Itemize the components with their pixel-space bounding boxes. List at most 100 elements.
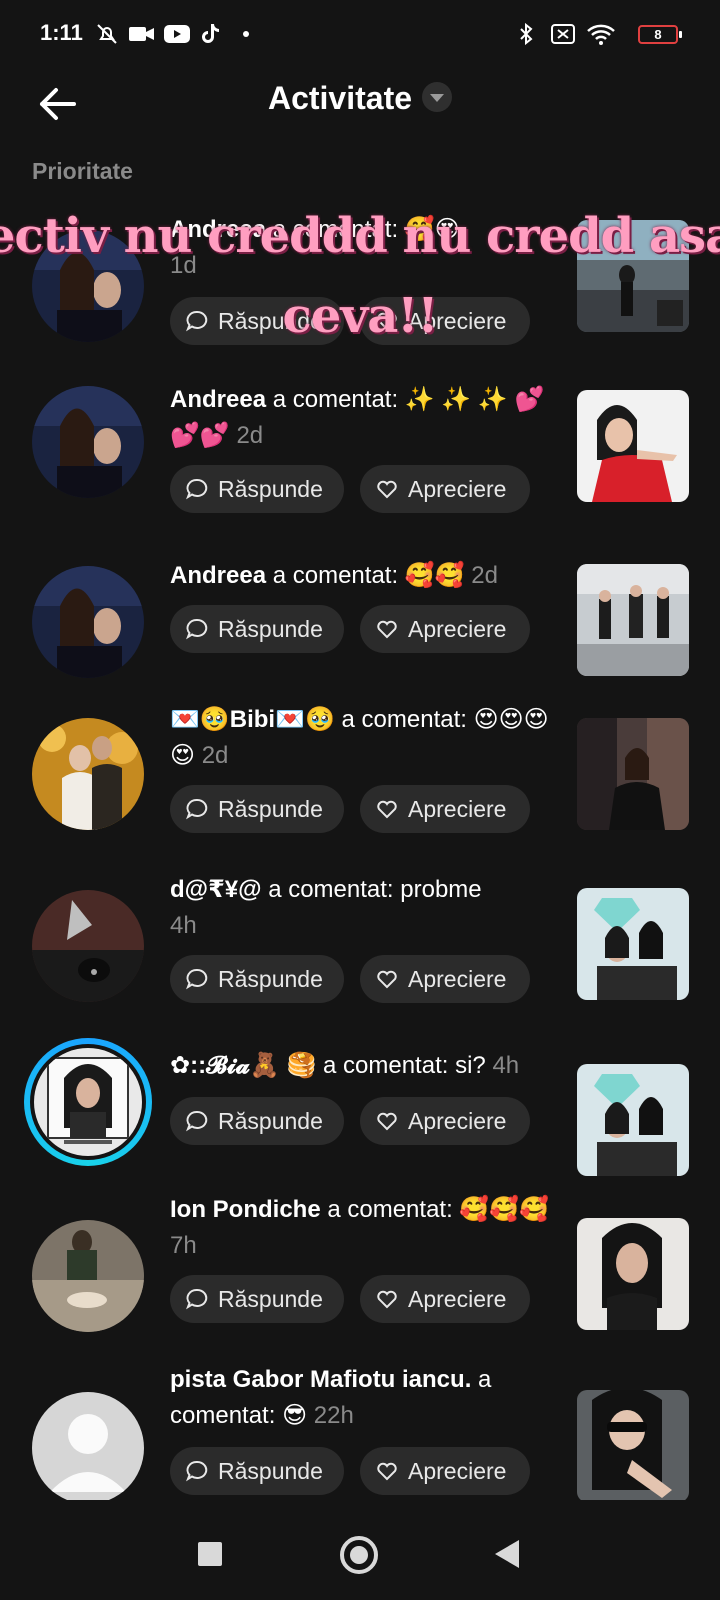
video-thumbnail[interactable] <box>577 564 689 676</box>
comment-time: 7h <box>170 1232 197 1259</box>
like-button[interactable]: Apreciere <box>360 1097 530 1145</box>
status-bar: 1:11 8 <box>0 0 720 70</box>
reply-button[interactable]: Răspunde <box>170 785 344 833</box>
like-label: Apreciere <box>408 1286 507 1312</box>
recents-square-icon[interactable] <box>198 1542 222 1566</box>
like-button[interactable]: Apreciere <box>360 605 530 653</box>
overlay-caption: ectiv nu creddd nu credd asa ceva!! <box>0 208 720 344</box>
avatar[interactable] <box>32 718 144 830</box>
video-thumbnail[interactable] <box>577 1064 689 1176</box>
comment-body: si? <box>455 1052 486 1079</box>
reply-button[interactable]: Răspunde <box>170 465 344 513</box>
comment-username[interactable]: Andreea <box>170 562 266 589</box>
comment-time: 4h <box>492 1052 520 1079</box>
comment-action: a comentat: <box>341 706 467 733</box>
comment-time: 2d <box>471 562 498 589</box>
wifi-icon <box>587 24 615 45</box>
comment-username[interactable]: ✿::𝓑𝓲𝓪🧸 🥞 <box>170 1052 316 1079</box>
home-circle-icon[interactable] <box>340 1536 378 1574</box>
notification-item[interactable]: Andreea a comentat: ✨ ✨ ✨ 💕💕💕 2d Răspund… <box>0 380 720 550</box>
comment-body: 😎 <box>282 1402 308 1429</box>
comment-action: a comentat: <box>323 1052 449 1079</box>
comment-action: a comentat: <box>327 1196 453 1223</box>
like-label: Apreciere <box>408 476 507 502</box>
like-button[interactable]: Apreciere <box>360 1447 530 1495</box>
reply-bubble-icon <box>186 618 208 640</box>
system-nav-bar <box>0 1500 720 1600</box>
youtube-icon <box>164 25 190 43</box>
reply-bubble-icon <box>186 478 208 500</box>
comment-username[interactable]: 💌🥹Bibi💌🥹 <box>170 706 335 733</box>
avatar[interactable] <box>32 890 144 1002</box>
chevron-down-icon[interactable] <box>422 81 453 112</box>
video-thumbnail[interactable] <box>577 718 689 830</box>
comment-text: d@₹¥@ a comentat: probme 4h <box>170 872 550 944</box>
like-button[interactable]: Apreciere <box>360 785 530 833</box>
like-label: Apreciere <box>408 1108 507 1134</box>
comment-action: a comentat: <box>272 386 399 413</box>
comment-text: Andreea a comentat: ✨ ✨ ✨ 💕💕💕 2d <box>170 382 550 454</box>
comment-body: probme <box>400 876 482 903</box>
comment-text: 💌🥹Bibi💌🥹 a comentat: 😍😍😍😍 2d <box>170 702 550 774</box>
video-thumbnail[interactable] <box>577 390 689 502</box>
heart-icon <box>377 1462 397 1481</box>
video-thumbnail[interactable] <box>577 888 689 1000</box>
video-thumbnail[interactable] <box>577 1218 689 1330</box>
bluetooth-icon <box>520 22 533 46</box>
comment-action: a comentat: <box>268 876 394 903</box>
reply-bubble-icon <box>186 798 208 820</box>
reply-label: Răspunde <box>218 966 323 992</box>
comment-username[interactable]: pista Gabor Mafiotu iancu. <box>170 1366 471 1393</box>
reply-label: Răspunde <box>218 796 323 822</box>
video-camera-icon <box>129 27 154 41</box>
tiktok-icon <box>202 24 219 43</box>
comment-text: ✿::𝓑𝓲𝓪🧸 🥞 a comentat: si? 4h <box>170 1048 550 1084</box>
like-label: Apreciere <box>408 966 507 992</box>
reply-button[interactable]: Răspunde <box>170 1097 344 1145</box>
avatar[interactable] <box>32 1220 144 1332</box>
reply-bubble-icon <box>186 1288 208 1310</box>
reply-button[interactable]: Răspunde <box>170 1447 344 1495</box>
comment-action: a comentat: <box>272 562 399 589</box>
like-button[interactable]: Apreciere <box>360 955 530 1003</box>
heart-icon <box>377 1112 397 1131</box>
reply-label: Răspunde <box>218 1286 323 1312</box>
video-thumbnail[interactable] <box>577 1390 689 1502</box>
page-title: Activitate <box>267 80 413 116</box>
notification-item[interactable]: ✿::𝓑𝓲𝓪🧸 🥞 a comentat: si? 4h Răspunde Ap… <box>0 1038 720 1210</box>
avatar[interactable] <box>32 1392 144 1504</box>
avatar-with-story-ring[interactable] <box>24 1038 152 1166</box>
like-label: Apreciere <box>408 616 507 642</box>
notification-item[interactable]: Andreea a comentat: 🥰🥰 2d Răspunde Aprec… <box>0 550 720 720</box>
comment-time: 22h <box>313 1402 354 1429</box>
comment-username[interactable]: Andreea <box>170 386 266 413</box>
notification-item[interactable]: d@₹¥@ a comentat: probme 4h Răspunde Apr… <box>0 870 720 1040</box>
like-button[interactable]: Apreciere <box>360 465 530 513</box>
reply-button[interactable]: Răspunde <box>170 605 344 653</box>
notification-item[interactable]: Ion Pondiche a comentat: 🥰🥰🥰 7h Răspunde… <box>0 1190 720 1360</box>
avatar[interactable] <box>32 386 144 498</box>
heart-icon <box>377 480 397 499</box>
reply-button[interactable]: Răspunde <box>170 955 344 1003</box>
comment-text: pista Gabor Mafiotu iancu. a comentat: 😎… <box>170 1362 550 1434</box>
reply-button[interactable]: Răspunde <box>170 1275 344 1323</box>
reply-label: Răspunde <box>218 1458 323 1484</box>
reply-bubble-icon <box>186 968 208 990</box>
top-bar: Activitate <box>0 70 720 150</box>
reply-label: Răspunde <box>218 1108 323 1134</box>
comment-username[interactable]: d@₹¥@ <box>170 876 262 903</box>
title-dropdown[interactable]: Activitate <box>0 80 720 117</box>
comment-time: 2d <box>236 422 264 449</box>
like-label: Apreciere <box>408 796 507 822</box>
like-button[interactable]: Apreciere <box>360 1275 530 1323</box>
notification-item[interactable]: 💌🥹Bibi💌🥹 a comentat: 😍😍😍😍 2d Răspunde Ap… <box>0 700 720 870</box>
avatar[interactable] <box>32 566 144 678</box>
back-triangle-icon[interactable] <box>495 1540 519 1568</box>
comment-text: Ion Pondiche a comentat: 🥰🥰🥰 7h <box>170 1192 550 1264</box>
reply-label: Răspunde <box>218 616 323 642</box>
comment-time: 2d <box>201 742 229 769</box>
comment-text: Andreea a comentat: 🥰🥰 2d <box>170 558 550 594</box>
dot-icon <box>243 31 249 37</box>
comment-username[interactable]: Ion Pondiche <box>170 1196 321 1223</box>
like-label: Apreciere <box>408 1458 507 1484</box>
